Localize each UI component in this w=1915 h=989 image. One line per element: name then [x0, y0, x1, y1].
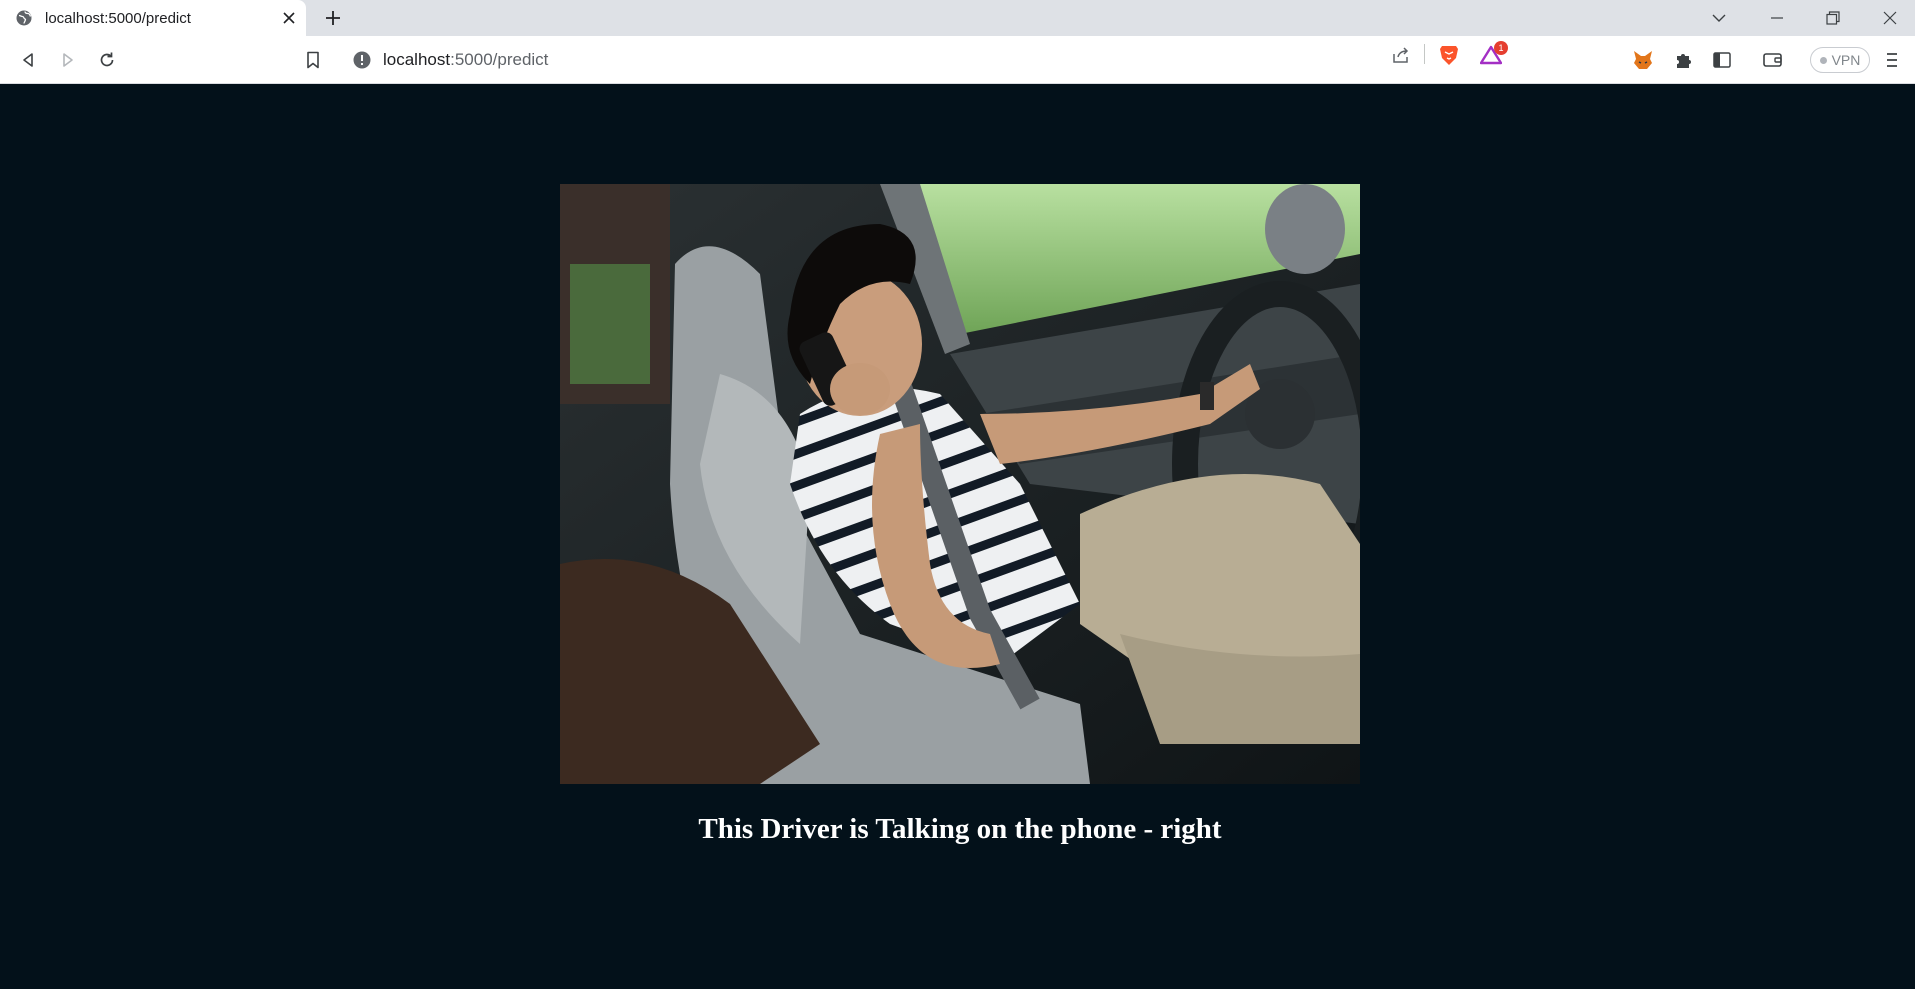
wallet-icon: [1763, 53, 1782, 67]
bookmark-button[interactable]: [299, 46, 327, 74]
wallet-button[interactable]: [1759, 46, 1787, 74]
rewards-badge: 1: [1494, 41, 1508, 55]
brave-rewards-button[interactable]: 1: [1478, 41, 1508, 68]
puzzle-icon: [1677, 54, 1691, 68]
browser-toolbar: localhost:5000/predict 1 VPN: [0, 36, 1915, 84]
page-content: This Driver is Talking on the phone - ri…: [0, 84, 1915, 989]
vpn-label: VPN: [1831, 52, 1861, 68]
bookmark-icon: [307, 51, 319, 69]
toolbar-separator: [1424, 44, 1425, 64]
address-bar[interactable]: localhost:5000/predict: [340, 42, 1514, 78]
extensions-button[interactable]: [1669, 46, 1697, 74]
share-button[interactable]: [1388, 42, 1414, 68]
restore-icon: [1826, 11, 1840, 25]
tab-title: localhost:5000/predict: [45, 10, 191, 27]
close-window-icon: [1883, 11, 1897, 25]
brave-shields-button[interactable]: [1436, 42, 1462, 68]
prediction-text: This Driver is Talking on the phone - ri…: [698, 813, 1222, 845]
forward-button[interactable]: [54, 46, 82, 74]
main-menu-button[interactable]: [1878, 46, 1906, 74]
brave-lion-icon: [1440, 46, 1458, 65]
minimize-button[interactable]: [1764, 5, 1790, 31]
reload-icon: [100, 52, 114, 67]
wallet-extension-button[interactable]: [1629, 46, 1657, 74]
close-window-button[interactable]: [1877, 5, 1903, 31]
info-circle-icon[interactable]: [353, 51, 371, 69]
forward-arrow-icon: [63, 53, 73, 67]
tab-strip: localhost:5000/predict: [0, 0, 1915, 36]
reload-button[interactable]: [93, 46, 121, 74]
minimize-icon: [1771, 17, 1783, 19]
new-tab-button[interactable]: [322, 7, 344, 29]
restore-button[interactable]: [1820, 5, 1846, 31]
driver-photo: [560, 184, 1360, 784]
globe-icon: [16, 10, 32, 26]
tab-search-button[interactable]: [1706, 5, 1732, 31]
browser-tab[interactable]: localhost:5000/predict: [0, 0, 306, 36]
vpn-status-dot: [1819, 56, 1827, 64]
close-icon[interactable]: [280, 9, 298, 27]
back-button[interactable]: [14, 46, 42, 74]
vpn-button[interactable]: VPN: [1810, 47, 1870, 73]
url-text: localhost:5000/predict: [383, 50, 549, 69]
plus-icon: [326, 11, 340, 25]
fox-icon: [1634, 51, 1652, 69]
chevron-down-icon: [1712, 14, 1726, 22]
back-arrow-icon: [23, 53, 33, 67]
sidebar-icon: [1713, 52, 1731, 68]
hamburger-menu-icon: [1887, 53, 1897, 67]
share-icon: [1393, 47, 1409, 63]
sidebar-button[interactable]: [1708, 46, 1736, 74]
